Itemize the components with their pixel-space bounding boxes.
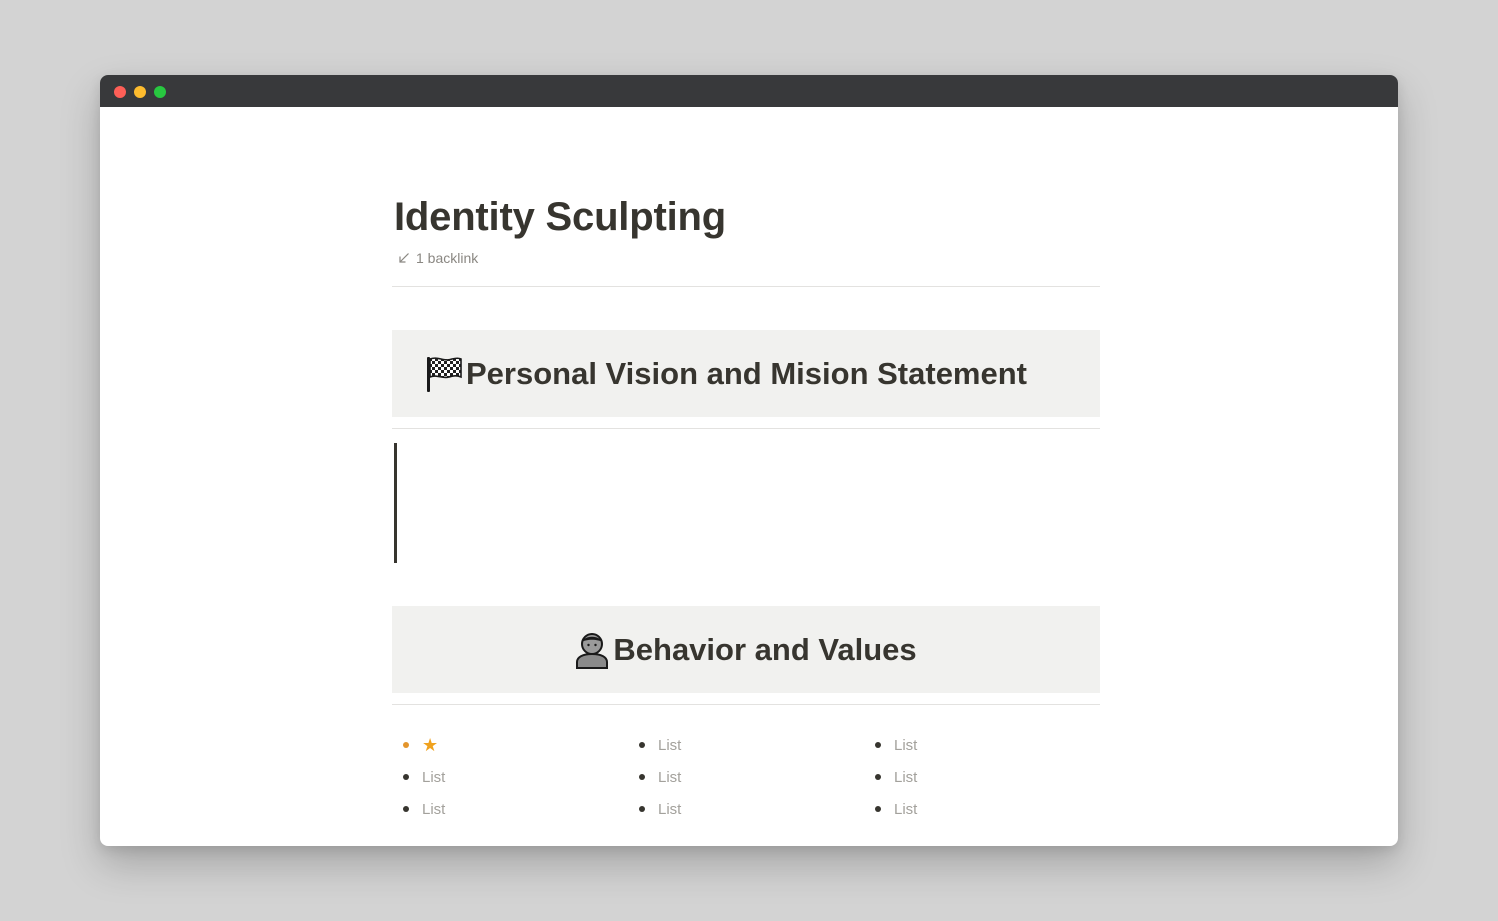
list-item-text: List <box>422 800 446 818</box>
divider <box>392 704 1100 705</box>
chequered-flag-icon <box>426 355 462 393</box>
list-item[interactable]: List <box>628 729 864 761</box>
list-item-text: List <box>894 736 918 754</box>
person-icon <box>575 631 609 669</box>
bullet-icon <box>639 742 645 748</box>
list-item[interactable]: List <box>628 793 864 825</box>
list-item[interactable]: List <box>628 761 864 793</box>
list-item-text: List <box>894 768 918 786</box>
page-title[interactable]: Identity Sculpting <box>394 195 726 240</box>
list-item[interactable]: List <box>392 761 628 793</box>
heading-vision: Personal Vision and Mision Statement <box>426 355 1027 393</box>
column-3: List List List <box>864 729 1100 825</box>
list-item[interactable]: List <box>392 793 628 825</box>
bullet-icon <box>875 806 881 812</box>
app-window: Identity Sculpting 1 backlink Personal V… <box>100 75 1398 846</box>
bullet-icon <box>403 806 409 812</box>
bullet-icon <box>403 774 409 780</box>
backlink-label: 1 backlink <box>416 250 479 266</box>
list-item-text: List <box>658 736 682 754</box>
bullet-icon <box>639 806 645 812</box>
quote-block-bar[interactable] <box>394 443 397 563</box>
heading-text: Behavior and Values <box>613 631 917 667</box>
list-item-text: List <box>658 800 682 818</box>
star-icon: ★ <box>422 735 439 755</box>
list-item[interactable]: List <box>864 761 1100 793</box>
divider <box>392 286 1100 287</box>
zoom-window-button[interactable] <box>154 86 166 98</box>
bullet-icon <box>875 742 881 748</box>
column-list: ★ List List List List List List List Lis… <box>392 729 1100 825</box>
title-bar <box>100 75 1398 107</box>
list-item-text: List <box>658 768 682 786</box>
bullet-icon <box>403 742 409 748</box>
list-item[interactable]: List <box>864 793 1100 825</box>
section-heading-vision[interactable]: Personal Vision and Mision Statement <box>392 330 1100 417</box>
divider <box>392 428 1100 429</box>
heading-behavior: Behavior and Values <box>575 631 917 669</box>
minimize-window-button[interactable] <box>134 86 146 98</box>
arrow-down-left-icon <box>398 252 410 264</box>
list-item[interactable]: ★ <box>392 729 628 761</box>
list-item[interactable]: List <box>864 729 1100 761</box>
list-item-text: List <box>422 768 446 786</box>
column-2: List List List <box>628 729 864 825</box>
close-window-button[interactable] <box>114 86 126 98</box>
heading-text: Personal Vision and Mision Statement <box>466 355 1027 391</box>
section-heading-behavior[interactable]: Behavior and Values <box>392 606 1100 693</box>
column-1: ★ List List <box>392 729 628 825</box>
bullet-icon <box>875 774 881 780</box>
backlink-button[interactable]: 1 backlink <box>398 250 478 266</box>
list-item-text: List <box>894 800 918 818</box>
bullet-icon <box>639 774 645 780</box>
